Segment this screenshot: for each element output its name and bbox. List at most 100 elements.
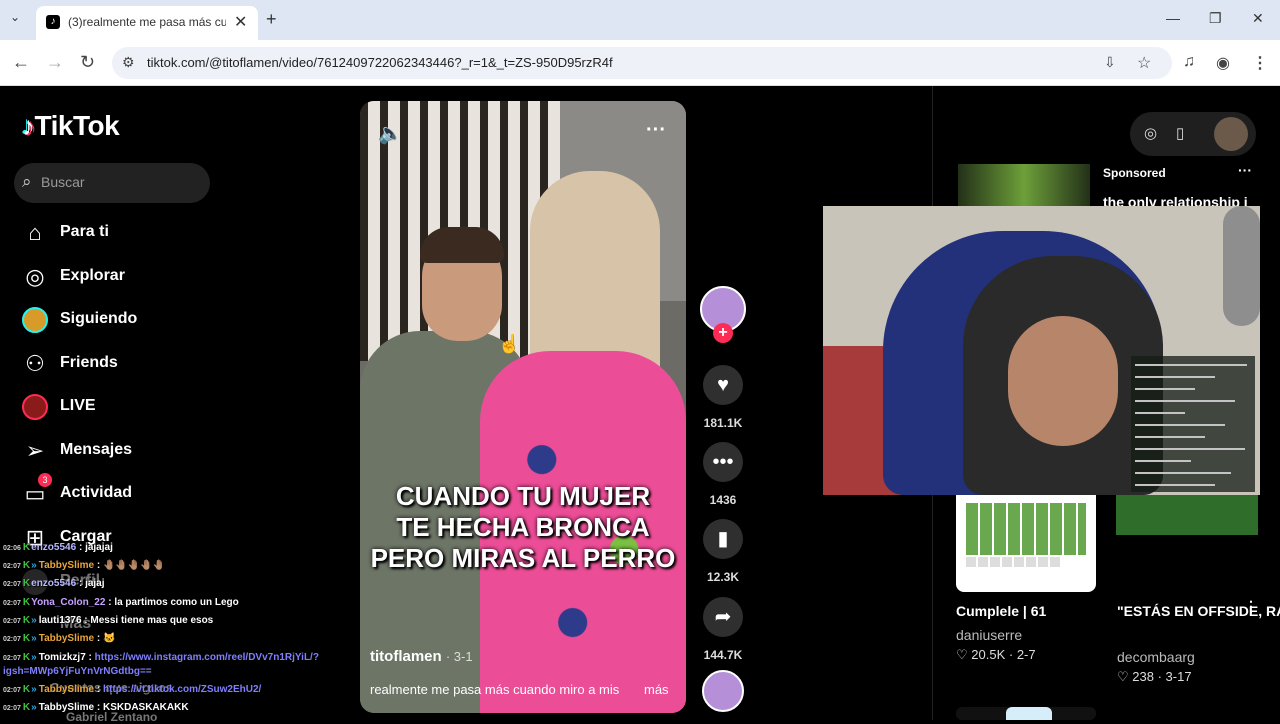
following-avatar-icon [22, 307, 48, 333]
search-input[interactable]: ⌕ Buscar [14, 163, 210, 203]
sidebar-item-explorar[interactable]: ◎ Explorar [18, 262, 218, 294]
top-right-controls: ◎ ▯ [1130, 112, 1256, 156]
chat-line: 02:07 Kenzo5546 : jajaj [3, 578, 105, 589]
mini-chat-line [1135, 388, 1195, 390]
tiktok-logo[interactable]: ♪TikTok [22, 110, 120, 142]
address-bar[interactable]: ⚙ tiktok.com/@titoflamen/video/761240972… [112, 47, 1172, 79]
mini-chat-line [1135, 424, 1225, 426]
tab-close-icon[interactable]: ✕ [234, 12, 247, 32]
install-app-icon[interactable]: ⇩ [1104, 54, 1116, 71]
video-date: · 3-1 [445, 649, 473, 664]
mini-chat-line [1135, 484, 1215, 486]
like-button[interactable]: ♥ [703, 365, 743, 405]
reload-icon[interactable]: ↻ [80, 52, 95, 73]
sponsored-label: Sponsored [1103, 166, 1166, 180]
tiktok-note-icon: ♪ [22, 111, 35, 141]
restore-icon[interactable]: ❐ [1209, 10, 1222, 27]
share-arrow-icon: ➦ [714, 606, 732, 628]
profile-icon[interactable]: ◉ [1216, 53, 1230, 73]
author-name[interactable]: titoflamen [370, 648, 442, 665]
video-card-title[interactable]: Cumplele | 61 [956, 603, 1046, 619]
live-avatar-icon [22, 394, 48, 420]
search-icon: ⌕ [22, 172, 32, 191]
save-count: 12.3K [706, 570, 740, 584]
video-card-author[interactable]: daniuserre [956, 627, 1022, 643]
comment-icon: ••• [712, 451, 734, 473]
activity-badge: 3 [38, 473, 52, 487]
bookmark-icon: ▮ [717, 528, 729, 550]
video-card-author[interactable]: decombaarg [1117, 649, 1195, 665]
hand-cursor-icon: ☝ [498, 334, 521, 354]
compass-icon[interactable]: ◎ [1144, 124, 1157, 142]
site-info-icon[interactable]: ⚙ [122, 54, 135, 71]
chat-line: 02:06 Kenzo5546 : jajajaj [3, 542, 113, 553]
card-date: · 2-7 [1008, 647, 1036, 662]
browser-toolbar: ← → ↻ ⚙ tiktok.com/@titoflamen/video/761… [0, 40, 1280, 86]
video-card-thumbnail[interactable] [1116, 495, 1258, 535]
ad-more-icon[interactable]: ··· [1238, 162, 1252, 178]
video-card-thumbnail[interactable] [956, 707, 1096, 720]
friends-icon: ⚇ [25, 351, 45, 376]
user-avatar[interactable] [1214, 117, 1248, 151]
tab-search-icon[interactable]: ⌄ [10, 10, 20, 24]
follow-plus-icon[interactable]: + [713, 323, 733, 343]
chat-line: 02:07 K» lauti1376 : Messi tiene mas que e… [3, 615, 214, 626]
back-icon[interactable]: ← [12, 52, 30, 73]
sidebar-item-live[interactable]: LIVE [18, 392, 218, 424]
sidebar-item-label: Para ti [60, 223, 109, 240]
sidebar-item-label: Actividad [60, 484, 133, 501]
sidebar-item-para-ti[interactable]: ⌂ Para ti [18, 218, 218, 250]
sidebar-item-label: Mensajes [60, 441, 133, 458]
sidebar-item-siguiendo[interactable]: Siguiendo [18, 305, 218, 337]
description-more-link[interactable]: más [644, 682, 669, 697]
webcam-chat-mini [1131, 356, 1255, 492]
mini-chat-line [1135, 412, 1185, 414]
stream-chat-overlay: 02:06 Kenzo5546 : jajajaj 02:07 K» TabbySli… [0, 542, 340, 722]
comment-count: 1436 [709, 493, 737, 507]
compass-icon: ◎ [25, 264, 45, 289]
chat-line: 02:07 K» TabbySlime : 🐱 [3, 633, 116, 644]
home-icon: ⌂ [28, 220, 42, 245]
chat-line: 02:07 K» Tomizkzj7 : https://www.instagram… [3, 652, 319, 663]
more-options-icon[interactable]: ··· [646, 119, 666, 142]
thumbnail-shape [1006, 707, 1052, 720]
browser-tab[interactable]: ♪ (3)realmente me pasa más cuando ✕ [36, 6, 258, 40]
mini-chat-line [1135, 460, 1191, 462]
sidebar-item-actividad[interactable]: ▭ 3 Actividad [18, 473, 218, 511]
mini-chat-line [1135, 448, 1245, 450]
browser-menu-icon[interactable]: ⋮ [1252, 53, 1268, 73]
chat-line: 02:07 K» TabbySlime : KSKDASKAKAKK [3, 702, 189, 713]
media-control-icon[interactable]: ♫ [1183, 53, 1195, 71]
tiktok-page: ♪TikTok ⌕ Buscar ⌂ Para ti ◎ Explorar Sigu… [0, 86, 1280, 724]
share-button[interactable]: ➦ [703, 597, 743, 637]
mini-chat-line [1135, 472, 1231, 474]
chat-line: 02:07 KYona_Colon_22 : la partimos como u… [3, 597, 239, 608]
logo-text: TikTok [34, 110, 120, 141]
like-count: 238 [1132, 669, 1154, 684]
search-placeholder: Buscar [41, 174, 85, 190]
mini-chat-line [1135, 376, 1215, 378]
new-tab-icon[interactable]: + [266, 9, 277, 30]
browser-tab-strip: ⌄ ♪ (3)realmente me pasa más cuando ✕ + … [0, 0, 1280, 40]
sound-avatar[interactable] [702, 670, 744, 712]
ad-thumbnail[interactable] [958, 164, 1090, 208]
video-card-thumbnail[interactable] [956, 495, 1096, 592]
card-more-icon[interactable]: ⋮ [1244, 598, 1258, 615]
minimize-icon[interactable]: — [1166, 10, 1180, 26]
tiktok-favicon-icon: ♪ [46, 15, 60, 29]
window-close-icon[interactable]: ✕ [1252, 10, 1264, 27]
volume-icon[interactable]: 🔈 [378, 121, 403, 146]
video-author[interactable]: titoflamen · 3-1 [370, 648, 473, 665]
sidebar-item-friends[interactable]: ⚇ Friends [18, 349, 218, 381]
comment-button[interactable]: ••• [703, 442, 743, 482]
bookmark-star-icon[interactable]: ☆ [1137, 53, 1151, 73]
sidebar-item-label: Siguiendo [60, 310, 138, 327]
mini-chat-line [1135, 364, 1247, 366]
phone-icon[interactable]: ▯ [1176, 124, 1184, 142]
chat-line: igsh=MWp6YjFuYnVrNGdtbg== [3, 666, 152, 677]
sidebar-item-mensajes[interactable]: ➢ Mensajes [18, 436, 218, 468]
save-button[interactable]: ▮ [703, 519, 743, 559]
video-player[interactable]: ☝ 🔈 ··· CUANDO TU MUJER TE HECHA BRONCA … [360, 101, 686, 713]
video-card-likes: ♡ 20.5K · 2-7 [956, 647, 1036, 663]
forward-icon[interactable]: → [46, 52, 64, 73]
